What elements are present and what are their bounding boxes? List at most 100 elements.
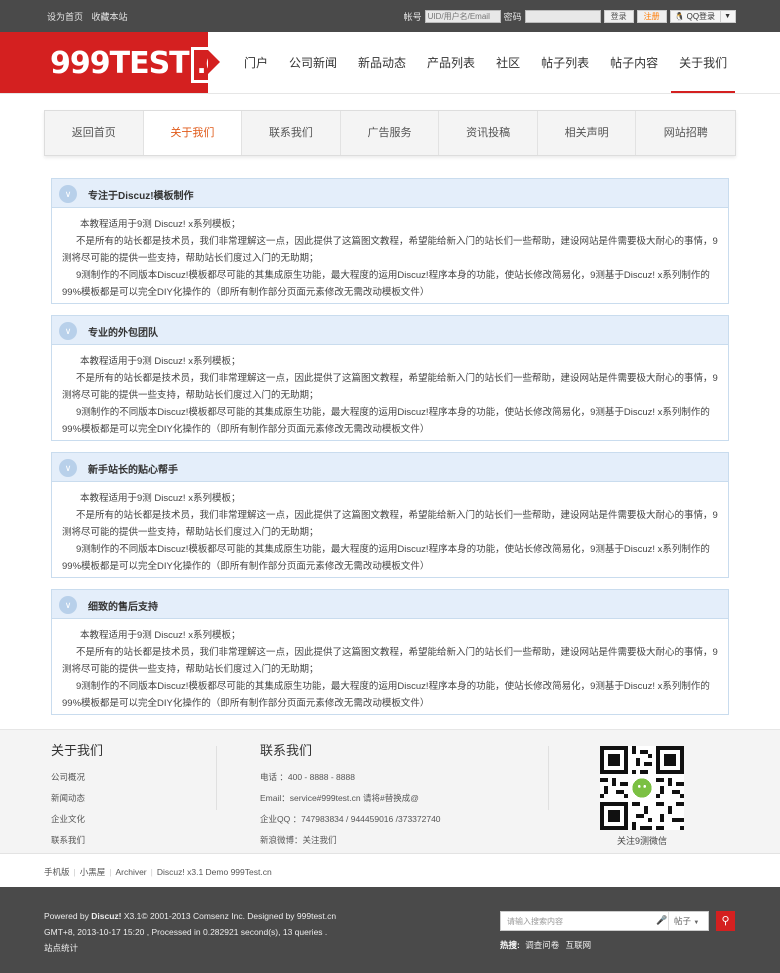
search-scope-select[interactable]: 帖子 ▼ (668, 912, 710, 930)
subnav-item-about[interactable]: 关于我们 (143, 111, 243, 155)
content-section: ∨ 新手站长的贴心帮手 本教程适用于9测 Discuz! x系列模板； 不是所有… (51, 452, 729, 578)
footer-link-demo[interactable]: Discuz! x3.1 Demo 999Test.cn (157, 867, 272, 877)
footer-link-contact[interactable]: 联系我们 (51, 830, 103, 851)
footer-link-news[interactable]: 新闻动态 (51, 788, 103, 809)
qq-penguin-icon: 🐧 (674, 11, 685, 21)
password-input[interactable] (524, 9, 601, 23)
content-section: ∨ 专注于Discuz!模板制作 本教程适用于9测 Discuz! x系列模板；… (51, 178, 729, 304)
main-nav: 门户 公司新闻 新品动态 产品列表 社区 帖子列表 帖子内容 关于我们 (236, 32, 740, 93)
section-title: 专注于Discuz!模板制作 (88, 191, 194, 202)
content-section: ∨ 细致的售后支持 本教程适用于9测 Discuz! x系列模板； 不是所有的站… (51, 589, 729, 715)
section-header[interactable]: ∨ 专注于Discuz!模板制作 (52, 179, 728, 208)
bookmark-link[interactable]: 收藏本站 (92, 12, 128, 22)
footer-link-mobile[interactable]: 手机版 (44, 867, 70, 877)
nav-item-product-list[interactable]: 产品列表 (419, 32, 483, 93)
section-paragraph: 9测制作的不同版本Discuz!模板都尽可能的其集成原生功能，最大程度的运用Di… (62, 407, 710, 435)
chevron-down-icon[interactable]: ∨ (59, 185, 77, 203)
footer-divider (216, 746, 217, 810)
footer-links-bar: 手机版 | 小黑屋 | Archiver | Discuz! x3.1 Demo 999Te… (0, 853, 780, 887)
contact-qq: 企业QQ ：747983834 / 944459016 /373372740 (260, 814, 441, 824)
site-logo[interactable]: 999TEST .CN (0, 32, 251, 93)
chevron-down-icon[interactable]: ∨ (59, 459, 77, 477)
discuz-brand-link[interactable]: Discuz! (91, 911, 121, 921)
footer-contact-title: 联系我们 (260, 743, 313, 758)
nav-item-company-news[interactable]: 公司新闻 (281, 32, 345, 93)
nav-item-portal[interactable]: 门户 (236, 32, 276, 93)
section-paragraph: 不是所有的站长都是技术员，我们非常理解这一点，因此提供了这篇图文教程，希望能给新… (62, 647, 718, 675)
footer-copyright: Powered by Discuz! X3.1© 2001-2013 Comse… (0, 887, 780, 973)
content-section: ∨ 专业的外包团队 本教程适用于9测 Discuz! x系列模板； 不是所有的站… (51, 315, 729, 441)
section-paragraph: 不是所有的站长都是技术员，我们非常理解这一点，因此提供了这篇图文教程，希望能给新… (62, 236, 718, 264)
footer-divider (548, 746, 549, 810)
chevron-down-icon[interactable]: ∨ (59, 596, 77, 614)
footer-info: 关于我们 公司概况 新闻动态 企业文化 联系我们 联系我们 电话 ：400 - … (0, 729, 780, 853)
subnav-item-home[interactable]: 返回首页 (45, 111, 144, 155)
search-input[interactable]: 请输入搜索内容 (507, 916, 563, 927)
subnav-item-contact[interactable]: 联系我们 (242, 111, 341, 155)
chevron-down-icon[interactable]: ∨ (59, 322, 77, 340)
footer-link-archiver[interactable]: Archiver (115, 867, 146, 877)
footer-about: 关于我们 公司概况 新闻动态 企业文化 联系我们 (51, 740, 103, 851)
section-title: 新手站长的贴心帮手 (88, 465, 178, 476)
login-button[interactable]: 登录 (603, 9, 634, 23)
stats-link[interactable]: 站点统计 (44, 940, 336, 956)
section-header[interactable]: ∨ 专业的外包团队 (52, 316, 728, 345)
section-title: 专业的外包团队 (88, 328, 158, 339)
microphone-icon[interactable]: 🎤 (656, 915, 667, 926)
header-divider (0, 93, 780, 94)
qq-login-button[interactable]: 🐧 QQ登录 ▼ (669, 9, 736, 23)
chevron-down-icon[interactable]: ▼ (720, 10, 731, 22)
nav-item-thread-list[interactable]: 帖子列表 (533, 32, 597, 93)
footer-link-culture[interactable]: 企业文化 (51, 809, 103, 830)
nav-item-about-us[interactable]: 关于我们 (671, 32, 736, 93)
register-button[interactable]: 注册 (636, 9, 667, 23)
footer-about-title: 关于我们 (51, 743, 104, 758)
hot-search-item[interactable]: 互联网 (566, 940, 592, 950)
section-paragraph: 本教程适用于9测 Discuz! x系列模板； (80, 219, 241, 230)
section-title: 细致的售后支持 (88, 602, 158, 613)
powered-line: Powered by Discuz! X3.1© 2001-2013 Comse… (44, 911, 337, 921)
hot-search: 热搜: 调查问卷 互联网 (500, 939, 591, 951)
section-body: 本教程适用于9测 Discuz! x系列模板； 不是所有的站长都是技术员，我们非… (52, 345, 728, 446)
gmt-line: GMT+8, 2013-10-17 15:20 , Processed in 0… (44, 927, 328, 937)
nav-item-community[interactable]: 社区 (488, 32, 528, 93)
username-label: 帐号 (403, 11, 422, 22)
top-left-links: 设为首页 收藏本站 (47, 10, 134, 23)
section-paragraph: 本教程适用于9测 Discuz! x系列模板； (80, 493, 241, 504)
footer-contact: 联系我们 电话 ：400 - 8888 - 8888 Email：service… (260, 740, 441, 851)
footer-search-box: 请输入搜索内容 🎤 帖子 ▼ (500, 911, 709, 931)
section-header[interactable]: ∨ 细致的售后支持 (52, 590, 728, 619)
section-paragraph: 不是所有的站长都是技术员，我们非常理解这一点，因此提供了这篇图文教程，希望能给新… (62, 373, 718, 401)
subnav-item-statement[interactable]: 相关声明 (538, 111, 637, 155)
section-header[interactable]: ∨ 新手站长的贴心帮手 (52, 453, 728, 482)
footer-link-overview[interactable]: 公司概况 (51, 767, 103, 788)
footer-link-blackroom[interactable]: 小黑屋 (80, 867, 106, 877)
search-icon: ⚲ (721, 915, 730, 927)
wechat-qr-code (600, 746, 684, 830)
section-body: 本教程适用于9测 Discuz! x系列模板； 不是所有的站长都是技术员，我们非… (52, 482, 728, 583)
logo-text: 999TEST (50, 46, 190, 81)
section-body: 本教程适用于9测 Discuz! x系列模板； 不是所有的站长都是技术员，我们非… (52, 208, 728, 309)
top-bar: 设为首页 收藏本站 帐号 密码 登录 注册 🐧 QQ登录 ▼ (0, 0, 780, 32)
nav-item-thread-content[interactable]: 帖子内容 (602, 32, 666, 93)
chevron-down-icon: ▼ (693, 920, 700, 926)
set-homepage-link[interactable]: 设为首页 (47, 12, 83, 22)
nav-item-new-products[interactable]: 新品动态 (350, 32, 414, 93)
contact-weibo[interactable]: 新浪微博：关注我们 (260, 830, 441, 851)
username-input[interactable] (424, 9, 501, 23)
section-paragraph: 9测制作的不同版本Discuz!模板都尽可能的其集成原生功能，最大程度的运用Di… (62, 270, 710, 298)
section-paragraph: 不是所有的站长都是技术员，我们非常理解这一点，因此提供了这篇图文教程，希望能给新… (62, 510, 718, 538)
qq-login-label: QQ登录 (686, 11, 716, 21)
sub-nav: 返回首页 关于我们 联系我们 广告服务 资讯投稿 相关声明 网站招聘 (44, 110, 736, 156)
hot-search-label: 热搜: (500, 940, 520, 950)
section-body: 本教程适用于9测 Discuz! x系列模板； 不是所有的站长都是技术员，我们非… (52, 619, 728, 720)
subnav-item-ads[interactable]: 广告服务 (341, 111, 440, 155)
section-paragraph: 9测制作的不同版本Discuz!模板都尽可能的其集成原生功能，最大程度的运用Di… (62, 544, 710, 572)
subnav-item-jobs[interactable]: 网站招聘 (636, 111, 735, 155)
hot-search-item[interactable]: 调查问卷 (525, 940, 559, 950)
section-paragraph: 本教程适用于9测 Discuz! x系列模板； (80, 630, 241, 641)
qr-caption: 关注9测微信 (616, 836, 667, 846)
contact-email: Email：service#999test.cn 请将#替换成@ (260, 793, 419, 803)
search-button[interactable]: ⚲ (716, 911, 735, 931)
subnav-item-submit[interactable]: 资讯投稿 (439, 111, 538, 155)
